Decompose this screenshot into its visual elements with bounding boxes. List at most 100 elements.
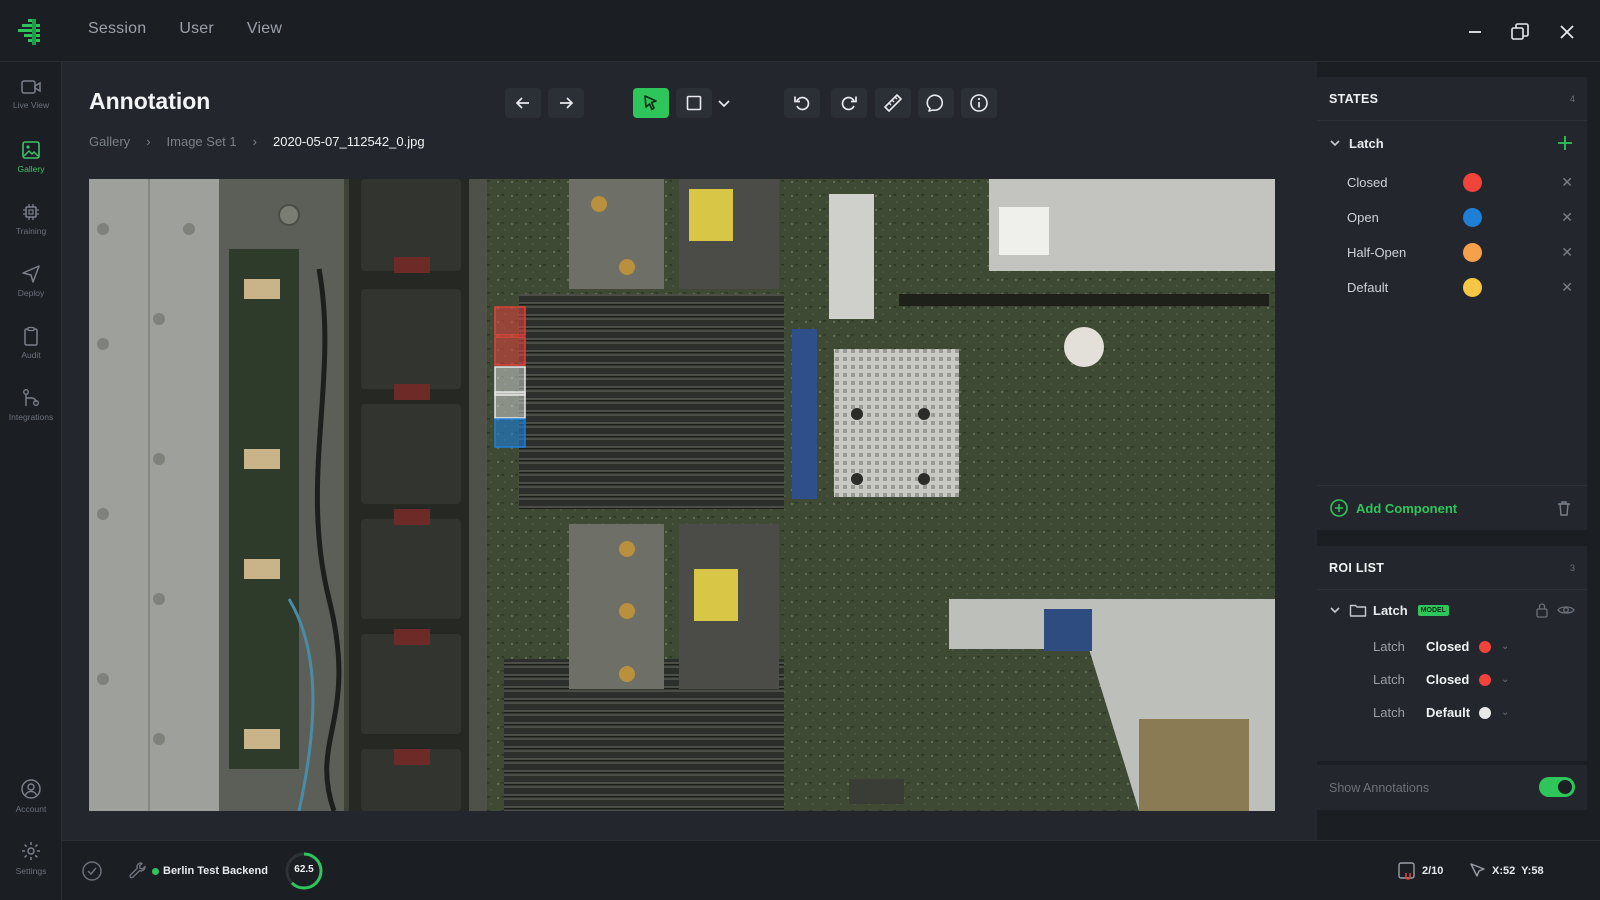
states-title: STATES <box>1329 91 1379 106</box>
menu-view[interactable]: View <box>247 20 282 38</box>
video-camera-icon <box>21 80 41 94</box>
annotation-canvas[interactable] <box>89 179 1275 811</box>
roi-count: 3 <box>1569 562 1575 573</box>
show-annotations-toggle[interactable] <box>1539 777 1575 797</box>
state-color-swatch[interactable] <box>1463 243 1482 262</box>
undo-button[interactable] <box>784 88 820 118</box>
minimize-button[interactable] <box>1461 18 1489 46</box>
cursor-icon <box>1470 863 1485 877</box>
integrations-icon <box>23 389 39 406</box>
image-counter: 2/10 <box>1422 865 1444 877</box>
state-label: Open <box>1347 210 1379 225</box>
remove-state-icon[interactable]: ✕ <box>1561 209 1573 226</box>
check-circle-icon[interactable] <box>81 860 103 882</box>
close-window-button[interactable] <box>1553 18 1581 46</box>
rectangle-tool-button[interactable] <box>676 88 712 118</box>
send-icon <box>22 265 40 283</box>
trash-icon[interactable] <box>1555 499 1573 517</box>
gear-icon <box>22 842 40 860</box>
roi-item-state: Default <box>1426 705 1471 720</box>
remove-state-icon[interactable]: ✕ <box>1561 174 1573 191</box>
redo-icon <box>841 96 857 111</box>
chevron-down-icon[interactable]: ⌄ <box>1501 641 1509 652</box>
remove-state-icon[interactable]: ✕ <box>1561 244 1573 261</box>
lock-icon[interactable] <box>1535 602 1549 618</box>
roi-item-name: Latch <box>1373 672 1405 687</box>
folder-icon <box>1349 604 1367 617</box>
sidebar-item-deploy[interactable]: Deploy <box>0 252 62 310</box>
measure-tool-button[interactable] <box>875 88 911 118</box>
image-counter-icon <box>1398 862 1415 880</box>
left-sidebar: Live View Gallery Training Deploy Audit … <box>0 62 62 900</box>
roi-item-state: Closed <box>1426 639 1470 654</box>
sidebar-item-training[interactable]: Training <box>0 190 62 248</box>
arrow-right-icon <box>560 97 574 109</box>
redo-button[interactable] <box>831 88 867 118</box>
top-bar: Session User View <box>0 0 1600 62</box>
score-value: 62.5 <box>294 864 314 875</box>
breadcrumb-gallery[interactable]: Gallery <box>89 134 130 149</box>
roi-item-state: Closed <box>1426 672 1470 687</box>
roi-item-1[interactable]: Latch Closed ⌄ <box>1317 630 1587 663</box>
backend-status-dot <box>152 868 159 875</box>
right-panel: STATES 4 Latch Closed ✕ Open ✕ Half-Open <box>1317 62 1600 840</box>
shape-dropdown-button[interactable] <box>708 88 740 118</box>
roi-item-name: Latch <box>1373 705 1405 720</box>
undo-icon <box>794 96 810 111</box>
chevron-down-icon[interactable]: ⌄ <box>1501 674 1509 685</box>
restore-icon <box>1511 23 1529 40</box>
image-icon <box>22 141 40 159</box>
state-row-default[interactable]: Default ✕ <box>1317 270 1587 305</box>
pointer-icon <box>644 95 657 111</box>
chip-icon <box>23 204 39 220</box>
breadcrumb-image-set[interactable]: Image Set 1 <box>167 134 237 149</box>
sidebar-item-account[interactable]: Account <box>0 766 62 824</box>
next-image-button[interactable] <box>548 88 584 118</box>
server-board-image <box>89 179 1275 811</box>
states-group-latch[interactable]: Latch <box>1317 121 1587 165</box>
state-row-closed[interactable]: Closed ✕ <box>1317 165 1587 200</box>
show-annotations-label: Show Annotations <box>1329 780 1430 795</box>
minimize-icon <box>1469 31 1481 33</box>
add-component-button[interactable]: Add Component <box>1356 501 1457 516</box>
roi-list-card: ROI LIST 3 Latch MODEL Latch Closed ⌄ La… <box>1317 546 1587 761</box>
chevron-down-icon[interactable]: ⌄ <box>1501 707 1509 718</box>
score-gauge: 62.5 <box>284 851 324 891</box>
sidebar-item-integrations[interactable]: Integrations <box>0 376 62 434</box>
state-row-half-open[interactable]: Half-Open ✕ <box>1317 235 1587 270</box>
state-row-open[interactable]: Open ✕ <box>1317 200 1587 235</box>
sidebar-item-label: Deploy <box>17 288 45 298</box>
add-state-icon[interactable] <box>1557 135 1573 151</box>
state-color-swatch[interactable] <box>1463 208 1482 227</box>
roi-item-3[interactable]: Latch Default ⌄ <box>1317 696 1587 729</box>
states-card: STATES 4 Latch Closed ✕ Open ✕ Half-Open <box>1317 77 1587 530</box>
sidebar-item-gallery[interactable]: Gallery <box>0 128 62 186</box>
add-component-row: Add Component <box>1317 485 1587 530</box>
clipboard-icon <box>24 326 38 346</box>
state-color-swatch[interactable] <box>1463 278 1482 297</box>
comment-tool-button[interactable] <box>918 88 954 118</box>
menu-user[interactable]: User <box>179 20 214 38</box>
roi-list-title: ROI LIST <box>1329 560 1385 575</box>
select-tool-button[interactable] <box>633 88 669 118</box>
sidebar-item-live-view[interactable]: Live View <box>0 66 62 124</box>
add-circle-icon[interactable] <box>1329 498 1349 518</box>
page-title: Annotation <box>89 88 211 114</box>
previous-image-button[interactable] <box>505 88 541 118</box>
sidebar-item-label: Gallery <box>17 164 45 174</box>
arrow-left-icon <box>515 97 529 109</box>
sidebar-item-label: Training <box>15 226 47 236</box>
info-button[interactable] <box>961 88 997 118</box>
chevron-down-icon <box>1330 140 1340 147</box>
roi-group-latch[interactable]: Latch MODEL <box>1317 590 1587 630</box>
state-color-swatch[interactable] <box>1463 173 1482 192</box>
states-count: 4 <box>1569 93 1575 104</box>
remove-state-icon[interactable]: ✕ <box>1561 279 1573 296</box>
roi-item-2[interactable]: Latch Closed ⌄ <box>1317 663 1587 696</box>
sidebar-item-settings[interactable]: Settings <box>0 828 62 886</box>
breadcrumb-current-file: 2020-05-07_112542_0.jpg <box>272 134 425 149</box>
restore-button[interactable] <box>1506 18 1534 46</box>
eye-icon[interactable] <box>1557 603 1575 617</box>
sidebar-item-audit[interactable]: Audit <box>0 314 62 372</box>
menu-session[interactable]: Session <box>88 20 146 38</box>
